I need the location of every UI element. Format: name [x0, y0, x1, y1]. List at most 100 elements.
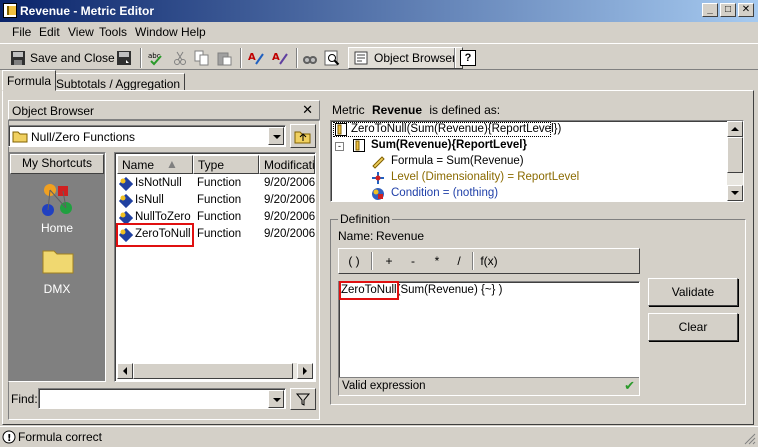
- formula-icon: [372, 156, 385, 169]
- metric-name: Revenue: [372, 103, 423, 117]
- object-browser-button[interactable]: Object Browser: [348, 47, 464, 69]
- maximize-button[interactable]: □: [720, 3, 736, 17]
- chevron-down-icon[interactable]: [268, 390, 284, 408]
- help-button[interactable]: ?: [460, 47, 476, 69]
- tree-formula-label[interactable]: Formula = Sum(Revenue): [391, 155, 524, 167]
- row-name: NullToZero: [135, 211, 191, 223]
- clear-button[interactable]: Clear: [648, 313, 738, 341]
- menu-tools[interactable]: Tools: [99, 25, 127, 39]
- tab-formula[interactable]: Formula: [2, 70, 57, 91]
- definition-group-label: Definition: [338, 212, 393, 226]
- object-browser-header: Object Browser ✕: [8, 100, 320, 120]
- scroll-thumb[interactable]: [727, 137, 743, 173]
- scroll-thumb[interactable]: [133, 363, 293, 379]
- paste-button[interactable]: [216, 47, 232, 69]
- row-modified: 9/20/2006: [264, 211, 316, 223]
- dmx-shortcut[interactable]: [42, 246, 74, 274]
- find-button[interactable]: [302, 47, 318, 69]
- my-shortcuts-button[interactable]: My Shortcuts: [10, 154, 104, 174]
- spell-check-icon: abc: [148, 50, 164, 66]
- validate-button[interactable]: Validate: [648, 278, 738, 306]
- row-modified: 9/20/2006: [264, 177, 316, 189]
- vertical-scrollbar[interactable]: [727, 121, 743, 201]
- minus-button[interactable]: -: [402, 251, 424, 271]
- row-type: Function: [197, 194, 242, 206]
- tab-subtotals-aggregation[interactable]: Subtotals / Aggregation: [51, 73, 186, 91]
- column-name-label: Name: [122, 158, 155, 172]
- svg-text:A: A: [248, 52, 256, 63]
- folder-up-icon: [294, 131, 311, 144]
- svg-text:!: !: [7, 433, 12, 444]
- save-button[interactable]: [116, 47, 132, 69]
- folder-icon: [12, 129, 28, 146]
- scroll-down-button[interactable]: [727, 185, 743, 201]
- menu-edit[interactable]: Edit: [39, 25, 60, 39]
- parentheses-button[interactable]: ( ): [341, 251, 367, 271]
- plus-button[interactable]: +: [378, 251, 400, 271]
- expression-arguments: (Sum(Revenue) {~} ): [396, 284, 503, 296]
- highlight-box: [339, 281, 399, 300]
- folder-dropdown[interactable]: Null/Zero Functions: [8, 125, 286, 147]
- horizontal-scrollbar[interactable]: [117, 363, 313, 379]
- definition-name-value: Revenue: [376, 229, 425, 243]
- close-button[interactable]: ✕: [738, 3, 754, 17]
- format-options-button[interactable]: A: [272, 47, 288, 69]
- row-modified: 9/20/2006: [264, 228, 316, 240]
- multiply-button[interactable]: *: [426, 251, 448, 271]
- resize-grip-icon[interactable]: [744, 433, 756, 445]
- divide-button[interactable]: /: [448, 251, 470, 271]
- tab-formula-label: Formula: [7, 74, 52, 88]
- column-header-type[interactable]: Type: [193, 155, 259, 174]
- dmx-shortcut-label[interactable]: DMX: [10, 282, 104, 296]
- filter-icon: [295, 393, 311, 406]
- menu-view[interactable]: View: [68, 25, 94, 39]
- menu-bar: File Edit View Tools Window Help: [0, 22, 758, 42]
- filter-button[interactable]: [290, 388, 316, 410]
- format-button[interactable]: A: [248, 47, 264, 69]
- close-pane-icon[interactable]: ✕: [302, 102, 313, 118]
- toolbar-separator: [240, 48, 242, 68]
- app-icon: [3, 3, 17, 18]
- menu-window[interactable]: Window: [135, 25, 178, 39]
- expression-editor[interactable]: ZeroToNull(Sum(Revenue) {~} ) Valid expr…: [338, 281, 640, 396]
- cut-button[interactable]: [172, 47, 188, 69]
- scroll-right-button[interactable]: [297, 363, 313, 379]
- home-shortcut[interactable]: [40, 182, 76, 218]
- copy-icon: [194, 50, 210, 66]
- object-browser-icon: [353, 50, 369, 66]
- home-shortcut-label[interactable]: Home: [10, 221, 104, 235]
- format-options-icon: A: [272, 50, 288, 66]
- spell-check-button[interactable]: abc: [148, 47, 164, 69]
- tree-level-label[interactable]: Level (Dimensionality) = ReportLevel: [391, 171, 579, 183]
- menu-file[interactable]: File: [12, 25, 31, 39]
- search-button[interactable]: [324, 47, 340, 69]
- column-header-name[interactable]: Name ▲: [117, 155, 193, 174]
- chevron-down-icon[interactable]: [268, 127, 284, 145]
- column-header-modification[interactable]: Modificatio: [259, 155, 315, 174]
- scissors-icon: [172, 50, 188, 66]
- parent-folder-button[interactable]: [290, 124, 316, 148]
- scroll-left-button[interactable]: [117, 363, 133, 379]
- copy-button[interactable]: [194, 47, 210, 69]
- tab-subtotals-label: Subtotals / Aggregation: [56, 77, 181, 91]
- format-icon: A: [248, 50, 264, 66]
- operator-separator: [371, 252, 373, 270]
- menu-help[interactable]: Help: [181, 25, 206, 39]
- home-icon: [42, 184, 72, 216]
- row-name: IsNull: [135, 194, 164, 206]
- svg-text:A: A: [272, 52, 280, 63]
- help-icon: ?: [460, 50, 476, 66]
- validation-status-bar: Valid expression ✔: [339, 377, 639, 395]
- tree-condition-label[interactable]: Condition = (nothing): [391, 187, 498, 199]
- find-input[interactable]: [38, 388, 286, 409]
- list-item[interactable]: IsNotNull Function 9/20/2006: [117, 176, 316, 193]
- collapse-icon[interactable]: -: [335, 142, 344, 151]
- status-text: Formula correct: [18, 430, 103, 444]
- scroll-up-button[interactable]: [727, 121, 743, 137]
- tree-child-label[interactable]: Sum(Revenue){ReportLevel}: [371, 139, 527, 151]
- save-and-close-button[interactable]: Save and Close: [10, 47, 115, 69]
- function-button[interactable]: f(x): [476, 251, 502, 271]
- operator-separator: [472, 252, 474, 270]
- minimize-button[interactable]: _: [702, 3, 718, 17]
- list-item[interactable]: IsNull Function 9/20/2006: [117, 193, 315, 210]
